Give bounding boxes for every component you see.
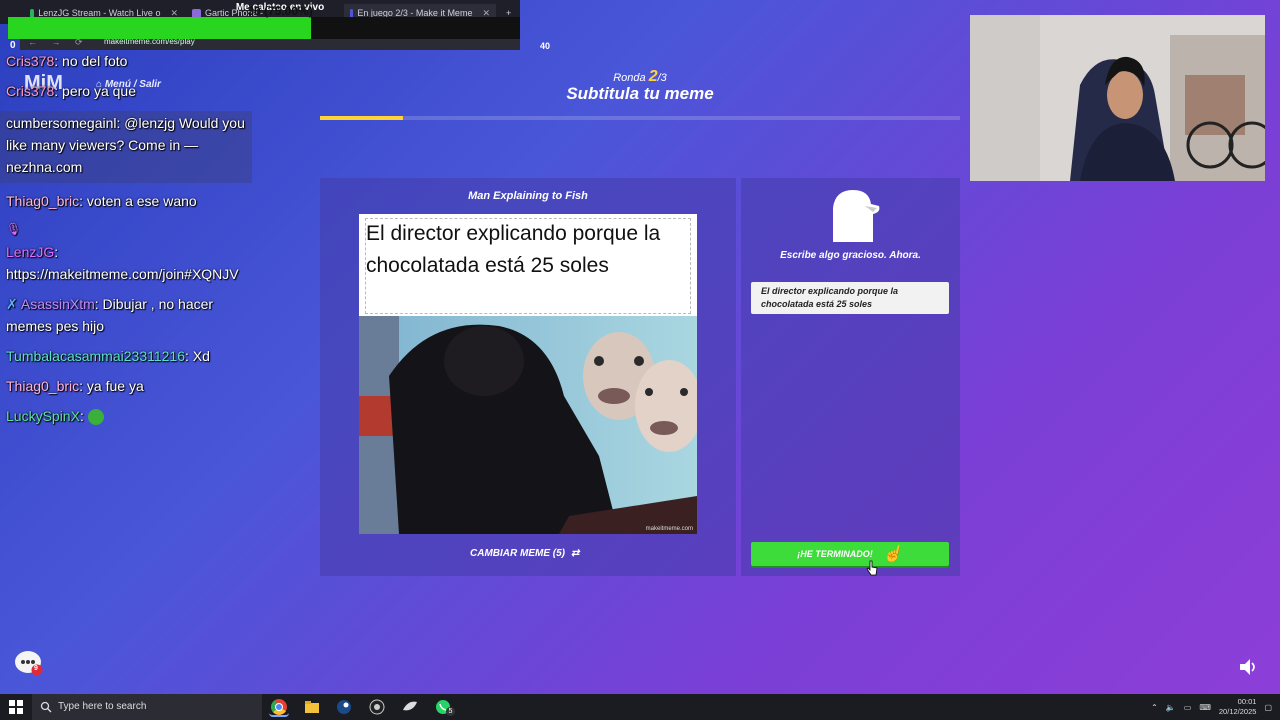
file-explorer-taskbar-icon[interactable] [302, 697, 322, 717]
taskbar-search[interactable]: Type here to search [32, 694, 262, 720]
writing-prompt: Escribe algo gracioso. Ahora. [780, 250, 921, 261]
streamer-webcam-image [970, 15, 1265, 181]
mouse-cursor-icon [866, 560, 878, 576]
vote-progress-text: 30 (75.00%) [247, 4, 313, 18]
meme-watermark: makeitmeme.com [645, 526, 693, 532]
meme-caption: El director explicando porque la chocola… [366, 222, 661, 277]
windows-taskbar: Type here to search 5 ⌃ 🔈 ▭ ⌨ 00:01 20/1… [0, 694, 1280, 720]
meme-image: makeitmeme.com [359, 316, 697, 534]
chat-username: AsassinXtm [20, 296, 95, 312]
obs-taskbar-icon[interactable] [367, 697, 387, 717]
start-button[interactable] [0, 694, 32, 720]
chat-message: Thiag0_bric: voten a ese wano [6, 190, 250, 212]
chat-text: : no del foto [54, 53, 128, 69]
round-timer-bar [320, 116, 960, 120]
chat-username: LuckySpinX [6, 408, 80, 424]
whatsapp-badge: 5 [446, 707, 455, 716]
caption-input[interactable]: El director explicando porque la chocola… [751, 282, 949, 314]
chat-username: Cris378 [6, 53, 55, 69]
keyboard-icon[interactable]: ⌨ [1199, 703, 1211, 712]
chat-message: LuckySpinX: [6, 405, 250, 427]
chat-username: LenzJG [6, 244, 55, 260]
man-explaining-to-fish-image [359, 316, 697, 534]
chat-text: : ya fue ya [79, 378, 144, 394]
speaker-icon[interactable] [1238, 658, 1258, 676]
caption-input-panel: Escribe algo gracioso. Ahora. El directo… [741, 178, 960, 576]
player-avatar-icon [833, 190, 880, 242]
chat-message: Cris378: no del foto [6, 50, 250, 72]
meme-panel: Man Explaining to Fish El director expli… [320, 178, 736, 576]
webcam-feed [970, 15, 1265, 181]
volume-icon[interactable]: 🔈 [1166, 703, 1176, 712]
chat-text: : Xd [185, 348, 210, 364]
chat-username: cumbersomegainl [6, 115, 117, 131]
taskbar-clock[interactable]: 00:01 20/12/2025 [1219, 697, 1257, 717]
alert-count-badge: 9 [34, 665, 38, 672]
chat-message: LenzJG: https://makeitmeme.com/join#XQNJ… [6, 241, 250, 285]
mic-icon: 🎙 [6, 222, 22, 236]
chat-text: : pero ya que [54, 83, 136, 99]
whatsapp-taskbar-icon[interactable]: 5 [433, 697, 455, 717]
alerts-widget[interactable]: 9 [14, 650, 44, 676]
notifications-icon[interactable]: ▢ [1264, 703, 1272, 712]
swap-icon: ⇄ [571, 548, 580, 559]
chat-text: : [79, 408, 84, 424]
meme-template-name: Man Explaining to Fish [468, 190, 588, 202]
chevron-up-icon[interactable]: ⌃ [1151, 703, 1158, 712]
chat-message: Tumbalacasammai23311216: Xd [6, 345, 250, 367]
network-icon[interactable]: ▭ [1184, 703, 1192, 712]
done-button[interactable]: ¡HE TERMINADO! ☝ [751, 542, 949, 566]
chat-message: cumbersomegainl: @lenzjg Would you like … [6, 112, 250, 178]
meme-card: El director explicando porque la chocola… [359, 214, 697, 534]
chat-username: Cris378 [6, 83, 55, 99]
change-meme-button[interactable]: CAMBIAR MEME (5) ⇄ [470, 548, 579, 559]
system-tray: ⌃ 🔈 ▭ ⌨ 00:01 20/12/2025 ▢ [1151, 694, 1272, 720]
app-taskbar-icon[interactable] [400, 697, 420, 717]
chat-bubble-icon [15, 651, 43, 676]
sword-badge-icon: ✗ [6, 296, 21, 312]
emote-icon [87, 409, 104, 426]
vote-right-count: 40 [540, 41, 551, 51]
search-icon [40, 701, 52, 713]
chat-username: Thiag0_bric [6, 378, 80, 394]
chat-username: Thiag0_bric [6, 193, 80, 209]
chat-message: Thiag0_bric: ya fue ya [6, 375, 250, 397]
chat-text: : voten a ese wano [79, 193, 197, 209]
page-title: Subtitula tu meme [566, 84, 714, 103]
round-timer-fill [320, 116, 404, 120]
chat-message: Cris378: pero ya que [6, 80, 250, 102]
hand-pointer-icon: ☝ [882, 546, 903, 563]
chat-message: ✗ AsassinXtm: Dibujar , no hacer memes p… [6, 293, 250, 337]
chat-username: Tumbalacasammai23311216 [6, 348, 185, 364]
windows-logo-icon [9, 700, 23, 714]
steam-taskbar-icon[interactable] [334, 697, 354, 717]
chrome-taskbar-icon[interactable] [269, 697, 289, 717]
